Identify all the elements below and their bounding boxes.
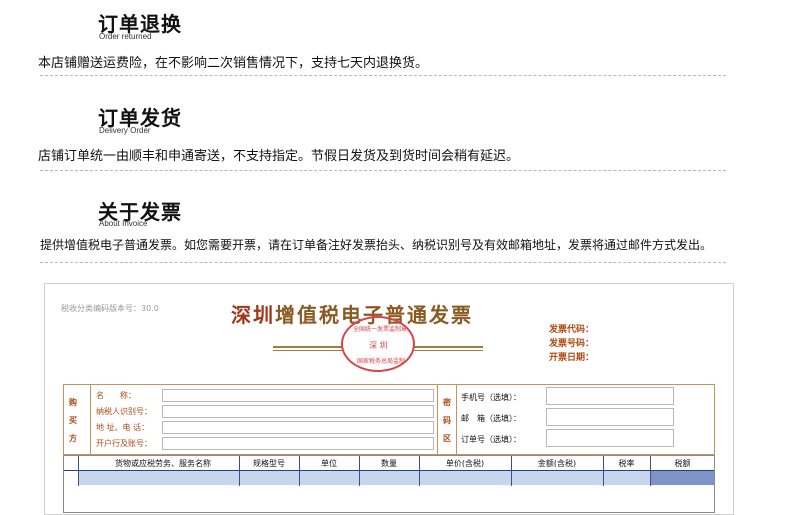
order-number-field[interactable]: [546, 429, 674, 447]
phone-label: 手机号（选填）：: [461, 393, 521, 402]
invoice-date-label: 开票日期：: [549, 353, 595, 363]
divider: [40, 262, 726, 263]
header-spec: 规格型号: [253, 459, 285, 468]
header-unit: 单位: [321, 459, 337, 468]
title-underline: [413, 350, 483, 351]
section-subtitle: Delivery Order: [99, 126, 151, 135]
seal-top-text: 全国统一发票监制章: [353, 326, 408, 333]
buyer-info-box: 购买方 名 称： 纳税人识别号： 地 址、电 话： 开户行及账号： 密码区 手机…: [63, 384, 715, 455]
title-underline: [413, 346, 483, 348]
column-divider: [419, 456, 420, 486]
column-divider: [511, 456, 512, 486]
invoice-code-label: 发票代码：: [549, 325, 595, 335]
invoice-title-city: 深圳: [231, 303, 275, 327]
header-tax-rate: 税率: [618, 459, 635, 468]
password-area-label: 密码区: [443, 397, 451, 443]
column-divider: [359, 456, 360, 486]
tax-amount-cell: [651, 471, 714, 485]
section-subtitle: About Invoice: [99, 219, 148, 228]
buyer-bank-label: 开户行及账号：: [96, 439, 152, 448]
section-text: 本店铺赠送运费险，在不影响二次销售情况下，支持七天内退换货。: [38, 56, 429, 71]
goods-table-header: 货物或应税劳务、服务名称 规格型号 单位 数量 单价(含税) 金额(含税) 税率…: [64, 456, 714, 471]
header-amount: 金额(含税): [537, 459, 577, 468]
column-divider: [603, 456, 604, 486]
buyer-bank-field[interactable]: [162, 437, 434, 450]
header-unit-price: 单价(含税): [445, 459, 485, 468]
title-underline: [273, 346, 343, 348]
section-text: 店铺订单统一由顺丰和申通寄送，不支持指定。节假日发货及到货时间会稍有延迟。: [38, 149, 520, 164]
buyer-name-label: 名 称：: [96, 391, 136, 400]
title-underline: [273, 350, 343, 351]
phone-field[interactable]: [546, 387, 674, 405]
column-divider: [437, 385, 438, 454]
section-text: 提供增值税电子普通发票。如您需要开票，请在订单备注好发票抬头、纳税识别号及有效邮…: [40, 238, 713, 252]
invoice-seal-stamp: 全国统一发票监制章 深 圳 国家税务总局监制: [341, 316, 415, 372]
buyer-taxid-label: 纳税人识别号：: [96, 407, 152, 416]
column-divider: [299, 456, 300, 486]
buyer-name-field[interactable]: [162, 389, 434, 402]
section-subtitle: Order returned: [99, 32, 152, 41]
invoice-number-label: 发票号码：: [549, 339, 595, 349]
column-divider: [78, 456, 79, 486]
seal-center-text: 深 圳: [369, 341, 388, 350]
header-quantity: 数量: [381, 459, 397, 468]
header-goods-name: 货物或应税劳务、服务名称: [115, 459, 211, 468]
buyer-side-label: 购买方: [69, 397, 77, 443]
email-label: 邮 箱（选填）：: [461, 414, 521, 423]
divider: [40, 170, 726, 171]
divider: [40, 75, 726, 76]
invoice-code-version: 税收分类编码版本号：30.0: [61, 304, 159, 313]
buyer-address-label: 地 址、电 话：: [96, 423, 150, 432]
column-divider: [239, 456, 240, 486]
goods-table: 货物或应税劳务、服务名称 规格型号 单位 数量 单价(含税) 金额(含税) 税率…: [63, 455, 715, 513]
column-divider: [650, 456, 651, 486]
column-divider: [90, 385, 91, 454]
buyer-address-field[interactable]: [162, 421, 434, 434]
column-divider: [456, 385, 457, 454]
header-tax-amount: 税额: [674, 459, 691, 468]
buyer-taxid-field[interactable]: [162, 405, 434, 418]
invoice-sample: 税收分类编码版本号：30.0 深圳增值税电子普通发票 全国统一发票监制章 深 圳…: [44, 283, 734, 515]
email-field[interactable]: [546, 408, 674, 426]
goods-table-row: [78, 471, 714, 485]
order-number-label: 订单号（选填）：: [461, 435, 521, 444]
seal-bottom-text: 国家税务总局监制: [357, 358, 406, 365]
